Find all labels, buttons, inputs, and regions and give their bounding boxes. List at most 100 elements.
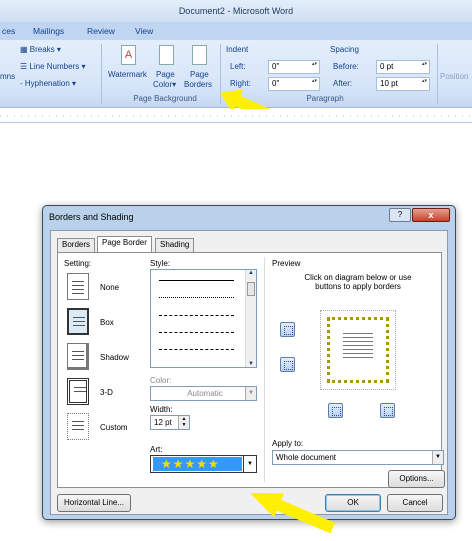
color-label: Color: [150, 376, 172, 385]
setting-box-icon[interactable] [67, 308, 89, 335]
setting-3d-icon[interactable] [67, 378, 89, 405]
tab-page-border[interactable]: Page Border [97, 236, 152, 253]
ribbon-separator [101, 44, 102, 104]
preview-area[interactable] [320, 310, 396, 390]
ribbon-tab-bar: ces Mailings Review View [0, 22, 472, 40]
page-color-label: Page [156, 70, 175, 79]
tab-borders[interactable]: Borders [57, 238, 96, 252]
page-color-label-text: Color [153, 80, 173, 89]
window-title: Document2 - Microsoft Word [178, 6, 294, 16]
tab-references[interactable]: ces [2, 26, 15, 36]
preview-text-lines [343, 333, 373, 334]
style-list[interactable]: ▲ ▼ [150, 269, 257, 368]
dialog-body: Borders Page Border Shading Setting: Non… [50, 230, 448, 515]
setting-none-icon[interactable] [67, 273, 89, 300]
ruler-ticks [0, 115, 472, 117]
dialog-title: Borders and Shading [49, 212, 134, 222]
chevron-down-icon: ▼ [245, 387, 256, 400]
width-spinner[interactable]: 12 pt ▲ ▼ [150, 415, 190, 430]
art-label: Art: [150, 445, 163, 454]
breaks-label: Breaks [29, 45, 55, 54]
art-dropdown[interactable]: ★★★★★ ▼ [150, 455, 257, 473]
tab-mailings[interactable]: Mailings [33, 26, 64, 36]
style-option-dash-dot[interactable] [159, 349, 234, 350]
tab-review[interactable]: Review [87, 26, 115, 36]
watermark-icon: A [121, 45, 136, 65]
bottom-border-button[interactable] [280, 357, 295, 372]
position-button[interactable]: Position [440, 72, 468, 81]
width-label: Width: [150, 405, 173, 414]
style-list-scrollbar[interactable]: ▲ ▼ [245, 270, 256, 367]
indent-right-label: Right: [230, 79, 251, 88]
setting-none-label[interactable]: None [100, 283, 119, 292]
page-color-label-2: Color▾ [153, 80, 177, 89]
spacing-after-spinner[interactable]: 10 pt [376, 77, 430, 91]
spinner-icon: ▲ ▼ [178, 416, 189, 429]
cancel-button[interactable]: Cancel [387, 494, 443, 512]
page-color-button[interactable]: Page Color▾ [153, 43, 181, 91]
color-dropdown[interactable]: Automatic ▼ [150, 386, 257, 401]
chevron-down-icon[interactable]: ▼ [243, 456, 256, 472]
scroll-thumb[interactable] [247, 282, 255, 296]
hyphenation-label: Hyphenation [24, 79, 70, 88]
columns-button[interactable]: mns [0, 72, 15, 81]
page-border-panel: Setting: None Box Shadow 3-D Custom Styl… [57, 252, 445, 488]
chevron-down-icon: ▼ [432, 451, 443, 464]
spacing-before-label: Before: [333, 62, 359, 71]
apply-to-value: Whole document [276, 453, 337, 462]
width-value: 12 pt [154, 418, 172, 427]
setting-shadow-icon[interactable] [67, 343, 89, 370]
page-borders-icon [192, 45, 207, 65]
style-option-dashed[interactable] [159, 332, 234, 333]
ruler [0, 109, 472, 123]
ok-button[interactable]: OK [325, 494, 381, 512]
tab-view[interactable]: View [135, 26, 153, 36]
indent-right-spinner[interactable]: 0" [268, 77, 320, 91]
help-button[interactable]: ? [389, 208, 411, 222]
color-value: Automatic [187, 389, 223, 398]
style-option-dashed-small[interactable] [159, 315, 234, 316]
watermark-button[interactable]: A Watermark [108, 43, 150, 91]
horizontal-line-button[interactable]: Horizontal Line... [57, 494, 131, 512]
line-numbers-button[interactable]: ☰ Line Numbers ▾ [20, 62, 85, 71]
indent-label: Indent [226, 45, 249, 54]
hyphenation-button[interactable]: ‐ Hyphenation ▾ [20, 79, 76, 88]
spacing-after-label: After: [333, 79, 353, 88]
ribbon-separator [437, 44, 438, 104]
scroll-up-icon[interactable]: ▲ [246, 270, 256, 276]
page-color-icon [159, 45, 174, 65]
breaks-button[interactable]: ▦ Breaks ▾ [20, 45, 61, 54]
style-label: Style: [150, 259, 171, 268]
borders-and-shading-dialog: Borders and Shading ? x Borders Page Bor… [42, 205, 456, 520]
close-button[interactable]: x [412, 208, 450, 222]
apply-to-label: Apply to: [272, 439, 304, 448]
options-button[interactable]: Options... [388, 470, 445, 488]
ribbon-separator [220, 44, 221, 104]
paragraph-group-label: Paragraph [306, 94, 344, 103]
left-border-button[interactable] [328, 403, 343, 418]
divider [264, 257, 265, 482]
tab-shading[interactable]: Shading [155, 238, 195, 252]
spacing-before-spinner[interactable]: 0 pt [376, 60, 430, 74]
apply-to-dropdown[interactable]: Whole document ▼ [272, 450, 444, 465]
setting-shadow-label[interactable]: Shadow [100, 353, 129, 362]
setting-custom-label[interactable]: Custom [100, 423, 128, 432]
preview-label: Preview [272, 259, 301, 268]
page-background-group-label: Page Background [133, 94, 197, 103]
right-border-button[interactable] [380, 403, 395, 418]
watermark-label: Watermark [108, 70, 147, 79]
window-titlebar: Document2 - Microsoft Word [0, 0, 472, 22]
page-borders-label-2: Borders [184, 80, 213, 89]
line-numbers-label: Line Numbers [29, 62, 80, 71]
scroll-down-icon[interactable]: ▼ [246, 361, 256, 367]
top-border-button[interactable] [280, 322, 295, 337]
page-borders-button[interactable]: Page Borders [184, 43, 216, 91]
preview-art-border [327, 317, 389, 383]
setting-box-label[interactable]: Box [100, 318, 114, 327]
indent-left-spinner[interactable]: 0" [268, 60, 320, 74]
style-option-solid[interactable] [159, 280, 234, 281]
setting-custom-icon[interactable] [67, 413, 89, 440]
setting-label: Setting: [64, 259, 92, 268]
style-option-dotted[interactable] [159, 297, 234, 298]
setting-3d-label[interactable]: 3-D [100, 388, 113, 397]
